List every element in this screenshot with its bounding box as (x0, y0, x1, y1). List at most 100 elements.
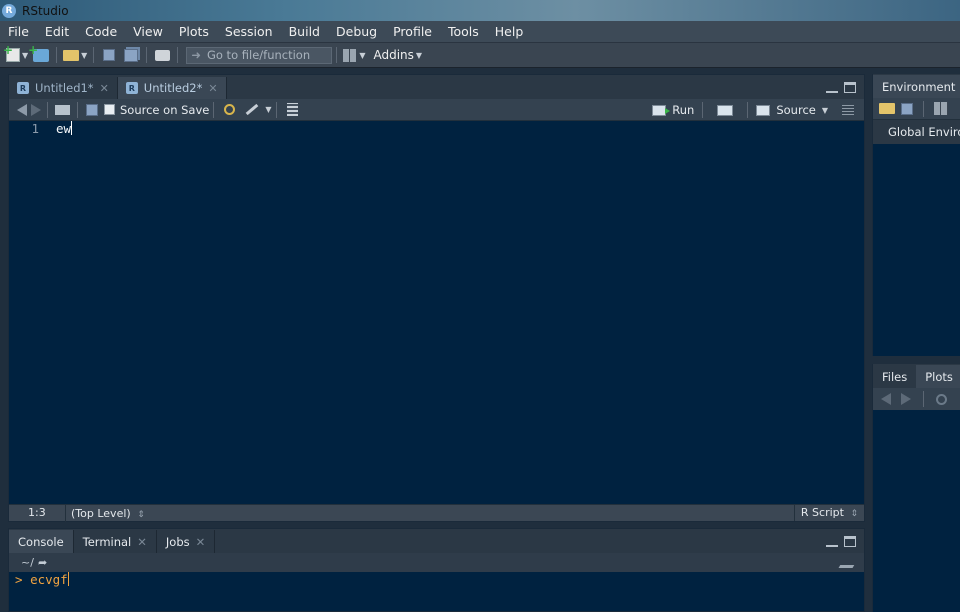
environment-toolbar (873, 98, 960, 120)
scope-label: (Top Level) (71, 506, 131, 520)
back-arrow-icon[interactable] (881, 393, 891, 405)
workspace-panes-button[interactable]: ▼ (343, 46, 365, 65)
magic-wand-icon[interactable] (246, 103, 259, 116)
tab-console[interactable]: Console (9, 530, 74, 553)
menu-code[interactable]: Code (77, 21, 125, 43)
back-arrow-icon[interactable] (17, 103, 27, 116)
open-file-button[interactable]: ▼ (63, 46, 87, 65)
menu-tools[interactable]: Tools (440, 21, 487, 43)
source-label: Source (776, 103, 816, 117)
scope-selector[interactable]: (Top Level) ⇕ (66, 507, 145, 520)
environment-scope[interactable]: Global Enviro (873, 120, 960, 144)
save-button[interactable] (100, 46, 118, 65)
text-cursor (67, 572, 69, 586)
environment-scope-label: Global Enviro (888, 125, 960, 139)
source-button[interactable]: Source ▼ (756, 103, 828, 117)
zoom-icon[interactable] (936, 393, 947, 405)
clear-console-icon[interactable] (838, 556, 860, 568)
toolbar-divider (336, 47, 338, 63)
tab-terminal[interactable]: Terminal ✕ (74, 530, 157, 553)
minimize-icon[interactable] (826, 543, 838, 547)
chevron-down-icon: ▼ (821, 105, 828, 115)
rerun-icon[interactable] (717, 104, 734, 116)
toolbar-divider (56, 47, 58, 63)
chevron-down-icon: ▼ (415, 50, 423, 60)
menu-debug[interactable]: Debug (328, 21, 385, 43)
show-in-window-icon[interactable] (55, 104, 70, 115)
tab-label: Terminal (82, 534, 132, 549)
main-toolbar: ▼ ▼ ➜ Go to file/function ▼ Addins ▼ (0, 43, 960, 68)
tab-environment[interactable]: Environment (873, 75, 960, 98)
close-icon[interactable]: ✕ (100, 82, 109, 95)
close-icon[interactable]: ✕ (208, 82, 217, 95)
search-icon[interactable] (224, 104, 236, 115)
close-icon[interactable]: ✕ (137, 535, 147, 549)
r-script-icon: R (17, 82, 29, 94)
menu-build[interactable]: Build (281, 21, 328, 43)
folder-icon (63, 49, 80, 61)
forward-arrow-icon[interactable] (901, 393, 911, 405)
document-outline-icon[interactable] (842, 105, 854, 115)
compile-report-icon[interactable] (286, 103, 298, 116)
run-button[interactable]: Run (652, 103, 694, 117)
tab-jobs[interactable]: Jobs ✕ (157, 530, 216, 553)
new-project-icon (28, 43, 50, 62)
menu-help[interactable]: Help (487, 21, 532, 43)
tab-untitled2[interactable]: R Untitled2* ✕ (117, 77, 227, 99)
save-icon[interactable] (86, 103, 98, 116)
minimize-icon[interactable] (826, 89, 838, 93)
menu-file[interactable]: File (0, 21, 37, 43)
save-all-button[interactable] (122, 46, 140, 65)
import-dataset-icon[interactable] (934, 102, 948, 115)
code-editor[interactable]: 1 ew (9, 121, 864, 504)
menu-session[interactable]: Session (217, 21, 281, 43)
source-icon (756, 104, 771, 116)
console-input-text: ecvgf (30, 572, 68, 587)
go-to-directory-icon[interactable]: ➦ (38, 556, 47, 569)
forward-arrow-icon[interactable] (31, 103, 41, 116)
printer-icon (154, 49, 170, 61)
tab-label: Untitled2* (143, 81, 203, 95)
tab-plots[interactable]: Plots (916, 365, 960, 388)
window-title: RStudio (22, 3, 69, 18)
toolbar-divider (93, 47, 95, 63)
addins-button[interactable]: Addins ▼ (369, 46, 422, 65)
source-on-save-checkbox[interactable] (104, 104, 115, 115)
go-to-file-input[interactable]: ➜ Go to file/function (186, 46, 333, 64)
working-directory-path: ~/ (21, 556, 34, 569)
menu-view[interactable]: View (125, 21, 171, 43)
chevron-down-icon[interactable]: ▼ (265, 105, 271, 114)
file-type-selector[interactable]: R Script ⇕ (793, 505, 864, 521)
tab-untitled1[interactable]: R Untitled1* ✕ (9, 77, 118, 99)
toolbar-divider (47, 101, 48, 118)
new-file-icon (3, 43, 20, 62)
up-down-icon: ⇕ (137, 509, 145, 520)
save-icon[interactable] (901, 102, 913, 115)
editor-tab-bar: R Untitled1* ✕ R Untitled2* ✕ (9, 75, 864, 99)
line-number: 1 (31, 121, 39, 136)
editor-status-bar: 1:3 (Top Level) ⇕ R Script ⇕ (9, 504, 864, 522)
console-output[interactable]: > ecvgf (9, 572, 864, 588)
environment-pane: Environment Global Enviro (872, 74, 960, 356)
menu-edit[interactable]: Edit (37, 21, 77, 43)
rstudio-logo-icon: R (2, 3, 16, 18)
tab-label: Files (882, 369, 908, 384)
load-workspace-icon[interactable] (879, 103, 895, 114)
grid-layout-icon (343, 48, 358, 62)
menu-profile[interactable]: Profile (385, 21, 440, 43)
new-file-button[interactable]: ▼ (3, 43, 28, 65)
save-all-icon (124, 48, 139, 62)
menu-plots[interactable]: Plots (171, 21, 217, 43)
maximize-icon[interactable] (844, 81, 856, 93)
tab-files[interactable]: Files (873, 365, 916, 388)
print-button[interactable] (153, 46, 171, 65)
code-line[interactable]: ew (56, 121, 73, 137)
text-cursor (71, 121, 73, 135)
environment-tab-bar: Environment (873, 74, 960, 98)
maximize-icon[interactable] (844, 535, 856, 547)
up-down-icon: ⇕ (850, 509, 858, 519)
new-project-button[interactable] (28, 43, 50, 65)
close-icon[interactable]: ✕ (196, 535, 206, 549)
toolbar-divider (77, 101, 78, 118)
menu-bar: File Edit Code View Plots Session Build … (0, 21, 960, 43)
